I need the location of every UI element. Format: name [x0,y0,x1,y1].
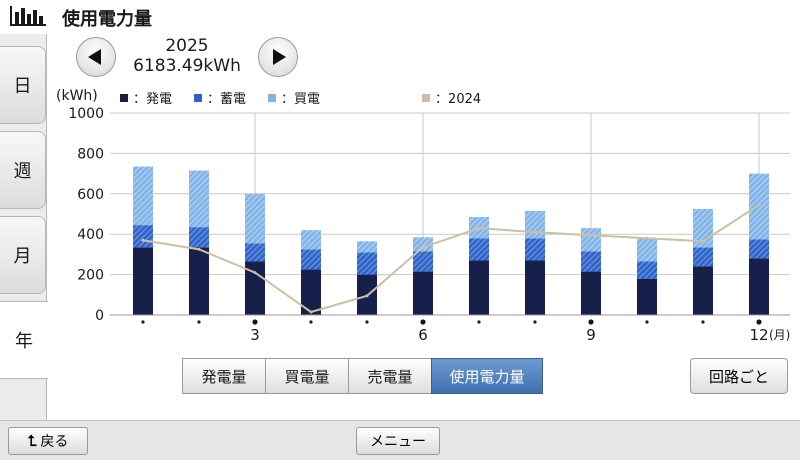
arrow-right-icon [273,49,286,65]
legend-generation-swatch [120,93,128,102]
tab-day[interactable]: 日 [0,46,46,124]
back-button-label: 戻る [40,434,69,450]
footer-bar: ⮤ 戻る メニュー [0,420,800,460]
per-circuit-button[interactable]: 回路ごと [690,358,788,394]
legend-purchase: ：買電 [268,88,320,107]
tab-week[interactable]: 週 [0,131,46,209]
tab-week-label: 週 [13,161,32,182]
back-button[interactable]: ⮤ 戻る [8,427,88,455]
app-header: 使用電力量 [0,0,800,34]
legend-generation: ：発電 [120,88,172,107]
sale-mode-button[interactable]: 売電量 [348,358,432,394]
legend-previous-year-swatch [422,93,431,102]
next-year-button[interactable] [258,37,298,77]
legend-generation-label: ：発電 [133,92,173,107]
tab-day-label: 日 [13,76,32,97]
previous-year-button[interactable] [76,37,116,77]
page-title: 使用電力量 [62,9,152,30]
tab-year-label: 年 [15,331,33,352]
usage-mode-button[interactable]: 使用電力量 [431,358,543,394]
purchase-mode-button[interactable]: 買電量 [265,358,349,394]
back-arrow-icon: ⮤ [27,432,37,450]
year-label: 2025 [165,36,209,56]
chart-legend: ：発電 ：蓄電 ：買電 ：2024 [120,88,503,107]
tab-month-label: 月 [13,246,32,267]
generation-mode-button[interactable]: 発電量 [182,358,266,394]
total-usage-label: 6183.49kWh [133,56,241,76]
legend-storage-swatch [194,93,203,102]
legend-storage: ：蓄電 [194,88,246,107]
legend-previous-year-label: ：2024 [435,92,482,107]
y-axis-unit: (kWh) [56,88,98,104]
legend-previous-year: ：2024 [422,88,481,107]
arrow-left-icon [88,49,101,65]
bar-chart-icon [10,6,46,26]
legend-purchase-label: ：買電 [281,92,321,107]
tab-year[interactable]: 年 [0,301,48,379]
legend-purchase-swatch [268,93,277,102]
measure-mode-selector: 発電量 買電量 売電量 使用電力量 [182,358,543,394]
menu-button[interactable]: メニュー [356,427,440,455]
tab-month[interactable]: 月 [0,216,46,294]
legend-storage-label: ：蓄電 [207,92,247,107]
